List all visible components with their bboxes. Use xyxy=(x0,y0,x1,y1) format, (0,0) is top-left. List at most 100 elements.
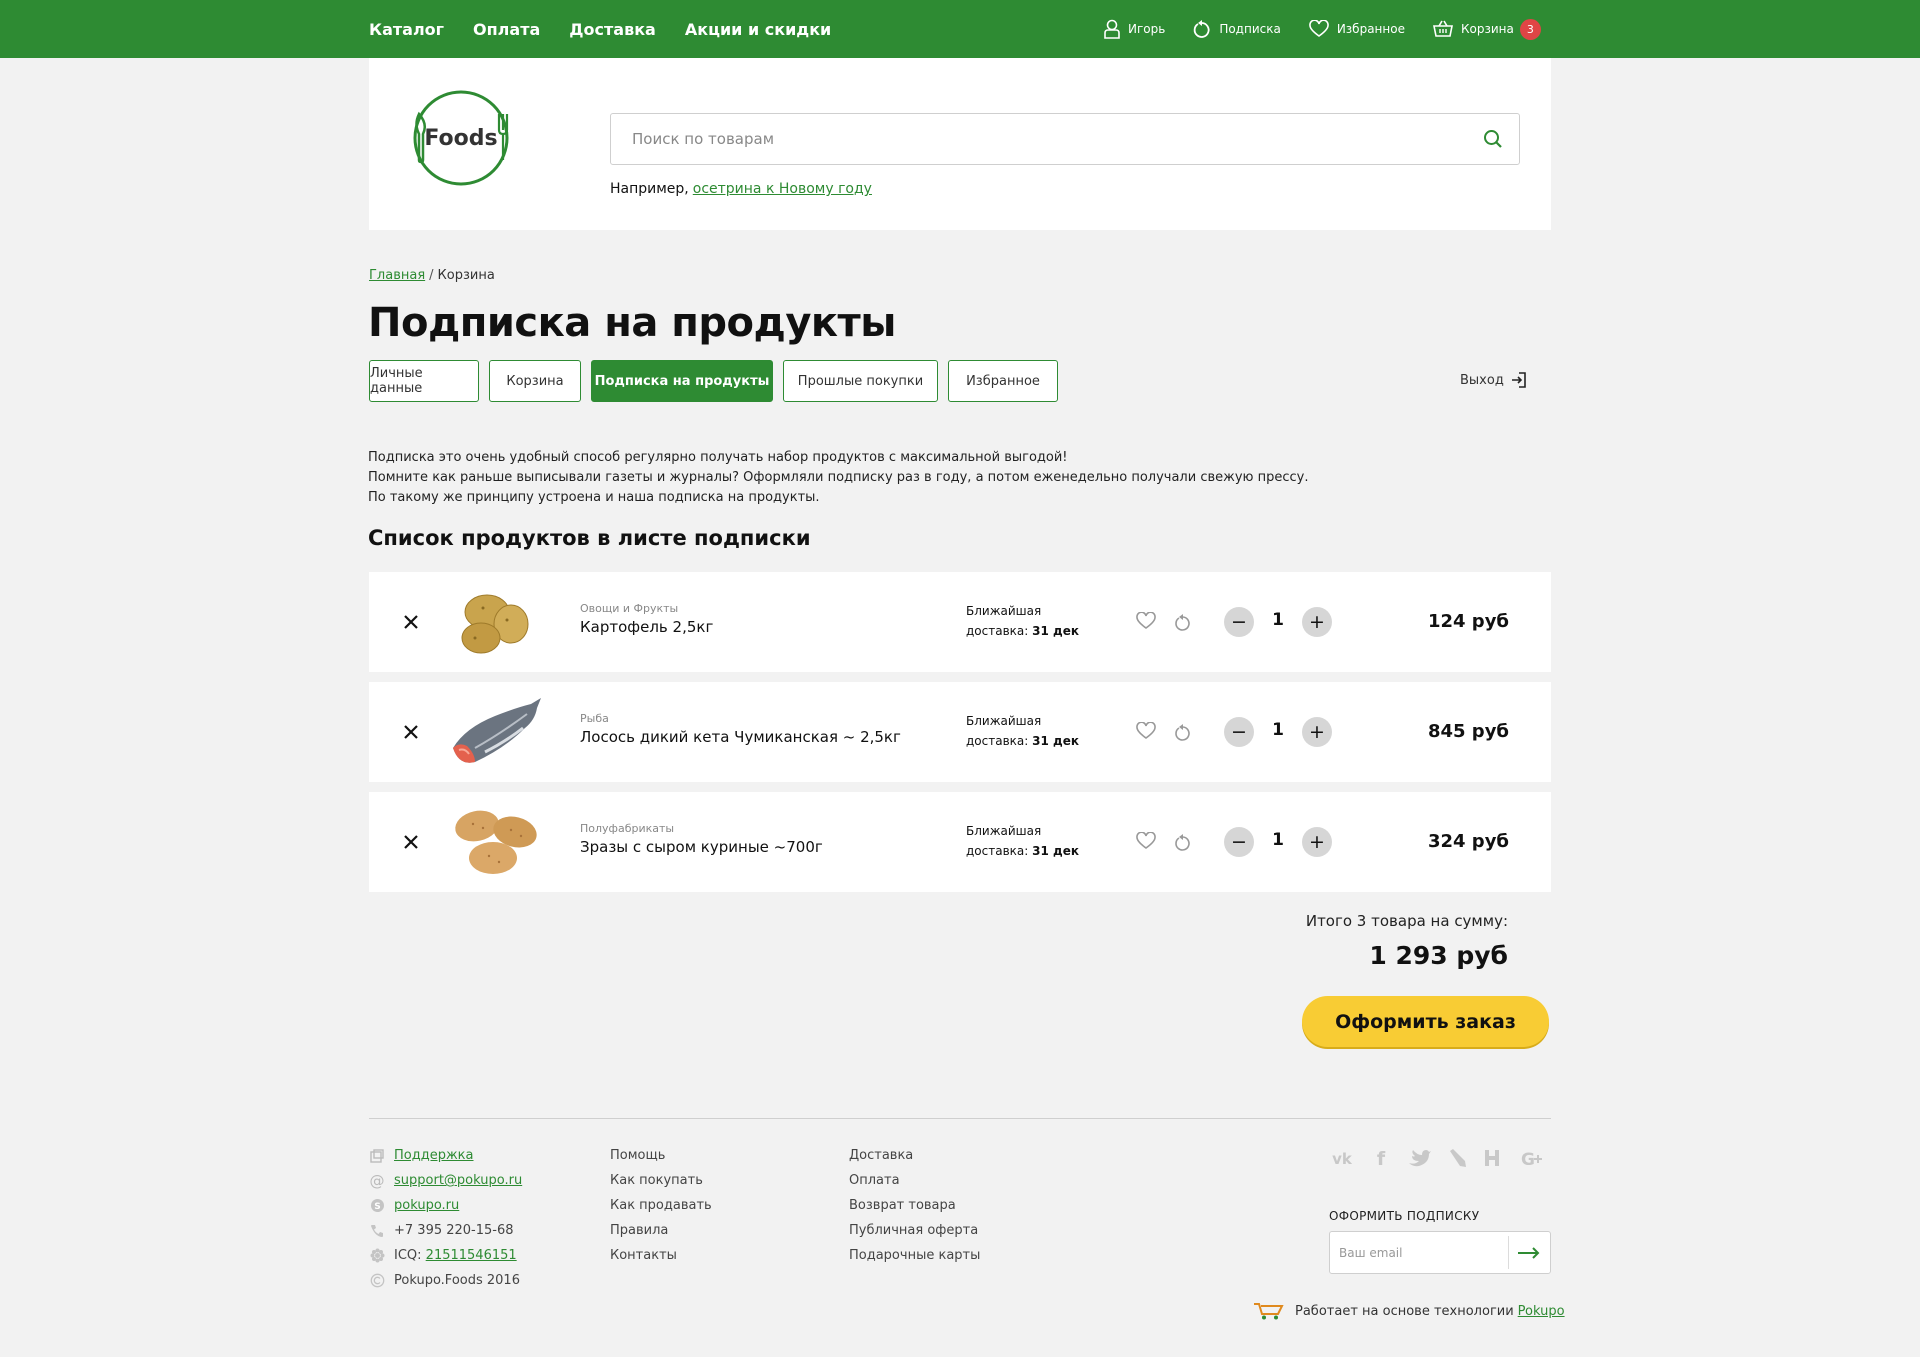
decrease-quantity-button[interactable]: − xyxy=(1224,827,1254,857)
skype-link[interactable]: pokupo.ru xyxy=(394,1198,459,1213)
delivery-label: доставка: xyxy=(966,624,1029,638)
increase-quantity-button[interactable]: + xyxy=(1302,827,1332,857)
item-name[interactable]: Лосось дикий кета Чумиканская ~ 2,5кг xyxy=(580,728,901,746)
cart-count-badge: 3 xyxy=(1519,18,1541,40)
at-icon: @ xyxy=(369,1171,385,1190)
breadcrumb-home[interactable]: Главная xyxy=(369,268,425,283)
subscribe-form xyxy=(1329,1231,1551,1274)
foods-logo[interactable]: Foods xyxy=(413,88,509,188)
increase-quantity-button[interactable]: + xyxy=(1302,607,1332,637)
item-name[interactable]: Зразы с сыром куриные ~700г xyxy=(580,838,823,856)
delivery-label: Ближайшая xyxy=(966,604,1042,618)
twitter-icon[interactable] xyxy=(1407,1148,1431,1168)
tab-cart[interactable]: Корзина xyxy=(489,360,581,402)
livejournal-icon[interactable] xyxy=(1447,1148,1467,1168)
delivery-info: Ближайшая доставка: 31 дек xyxy=(966,821,1079,861)
example-link[interactable]: осетрина к Новому году xyxy=(693,181,872,197)
footer-link[interactable]: Правила xyxy=(610,1223,668,1238)
refresh-icon[interactable] xyxy=(1174,612,1192,636)
decrease-quantity-button[interactable]: − xyxy=(1224,607,1254,637)
delivery-label: доставка: xyxy=(966,734,1029,748)
intro-line: По такому же принципу устроена и наша по… xyxy=(368,490,820,505)
list-title: Список продуктов в листе подписки xyxy=(368,526,811,550)
example-prefix: Например, xyxy=(610,181,689,197)
total-sum: 1 293 руб xyxy=(1369,941,1508,970)
user-menu: Игорь Подписка Избранное Корзина 3 xyxy=(1104,0,1541,58)
refresh-icon[interactable] xyxy=(1174,722,1192,746)
arrow-right-icon[interactable] xyxy=(1517,1244,1541,1266)
remove-item-button[interactable] xyxy=(400,721,422,743)
main-nav: Каталог Оплата Доставка Акции и скидки xyxy=(369,0,831,58)
logout-link[interactable]: Выход xyxy=(1460,372,1527,388)
tab-personal-data[interactable]: Личные данные xyxy=(369,360,479,402)
footer-link[interactable]: Публичная оферта xyxy=(849,1223,978,1238)
intro-line: Помните как раньше выписывали газеты и ж… xyxy=(368,470,1309,485)
heart-icon[interactable] xyxy=(1136,721,1156,744)
habr-icon[interactable] xyxy=(1483,1148,1501,1168)
tab-subscription[interactable]: Подписка на продукты xyxy=(591,360,773,402)
total-label: Итого 3 товара на сумму: xyxy=(1305,912,1508,930)
nav-promotions[interactable]: Акции и скидки xyxy=(685,20,831,39)
remove-item-button[interactable] xyxy=(400,831,422,853)
footer-link[interactable]: Возврат товара xyxy=(849,1198,956,1213)
decrease-quantity-button[interactable]: − xyxy=(1224,717,1254,747)
breadcrumb-separator: / xyxy=(429,268,434,283)
icq-link[interactable]: 21511546151 xyxy=(426,1248,517,1263)
subscribe-email-input[interactable] xyxy=(1330,1232,1510,1273)
heart-icon[interactable] xyxy=(1136,831,1156,854)
refresh-icon[interactable] xyxy=(1174,832,1192,856)
footer-link[interactable]: Помощь xyxy=(610,1148,665,1163)
cart-link[interactable]: Корзина 3 xyxy=(1433,18,1541,40)
subscription-link[interactable]: Подписка xyxy=(1193,19,1281,39)
tab-past-purchases[interactable]: Прошлые покупки xyxy=(783,360,938,402)
footer-link[interactable]: Оплата xyxy=(849,1173,900,1188)
copyright-icon xyxy=(369,1273,385,1289)
heart-icon[interactable] xyxy=(1136,611,1156,634)
footer-contact-item: S pokupo.ru xyxy=(369,1193,522,1218)
remove-item-button[interactable] xyxy=(400,611,422,633)
facebook-icon[interactable]: f xyxy=(1371,1148,1391,1168)
vk-icon[interactable]: vk xyxy=(1329,1148,1355,1168)
user-link[interactable]: Игорь xyxy=(1104,19,1165,39)
user-icon xyxy=(1104,19,1120,39)
refresh-icon xyxy=(1194,20,1210,38)
checkout-button[interactable]: Оформить заказ xyxy=(1302,996,1549,1047)
subscription-intro: Подписка это очень удобный способ регуля… xyxy=(368,448,1308,508)
quantity-value: 1 xyxy=(1272,720,1284,740)
footer-link[interactable]: Контакты xyxy=(610,1248,677,1263)
nav-delivery[interactable]: Доставка xyxy=(569,20,656,39)
footer-contact-item: @ support@pokupo.ru xyxy=(369,1168,523,1193)
delivery-info: Ближайшая доставка: 31 дек xyxy=(966,601,1079,641)
search-icon[interactable] xyxy=(1483,129,1503,153)
google-plus-icon[interactable]: G xyxy=(1517,1148,1545,1168)
nav-catalog[interactable]: Каталог xyxy=(369,20,444,39)
svg-text:f: f xyxy=(1377,1148,1386,1168)
subscription-label: Подписка xyxy=(1219,22,1281,36)
increase-quantity-button[interactable]: + xyxy=(1302,717,1332,747)
item-name[interactable]: Картофель 2,5кг xyxy=(580,618,713,636)
footer-link[interactable]: Доставка xyxy=(849,1148,913,1163)
delivery-label: доставка: xyxy=(966,844,1029,858)
nav-payment[interactable]: Оплата xyxy=(473,20,540,39)
item-category: Полуфабрикаты xyxy=(580,822,675,835)
footer-link[interactable]: Подарочные карты xyxy=(849,1248,980,1263)
search-input[interactable] xyxy=(611,114,1431,164)
pokupo-link[interactable]: Pokupo xyxy=(1518,1304,1565,1319)
item-category: Рыба xyxy=(580,712,609,725)
item-category: Овощи и Фрукты xyxy=(580,602,679,615)
footer-link[interactable]: Как продавать xyxy=(610,1198,712,1213)
top-bar: Каталог Оплата Доставка Акции и скидки И… xyxy=(0,0,1920,58)
footer-link[interactable]: Как покупать xyxy=(610,1173,703,1188)
search-example: Например, осетрина к Новому году xyxy=(610,181,872,197)
item-price: 124 руб xyxy=(1427,611,1509,632)
phone-icon xyxy=(369,1223,385,1239)
tab-favorites[interactable]: Избранное xyxy=(948,360,1058,402)
delivery-date: 31 дек xyxy=(1032,734,1079,748)
favorites-link[interactable]: Избранное xyxy=(1309,20,1405,38)
support-link[interactable]: Поддержка xyxy=(394,1148,474,1163)
footer-contact-item: +7 395 220-15-68 xyxy=(369,1218,522,1243)
footer-help-links: Помощь Как покупать Как продавать Правил… xyxy=(610,1143,712,1268)
email-link[interactable]: support@pokupo.ru xyxy=(394,1173,522,1188)
subscription-item: Рыба Лосось дикий кета Чумиканская ~ 2,5… xyxy=(369,682,1551,782)
svg-text:G: G xyxy=(1521,1150,1535,1168)
